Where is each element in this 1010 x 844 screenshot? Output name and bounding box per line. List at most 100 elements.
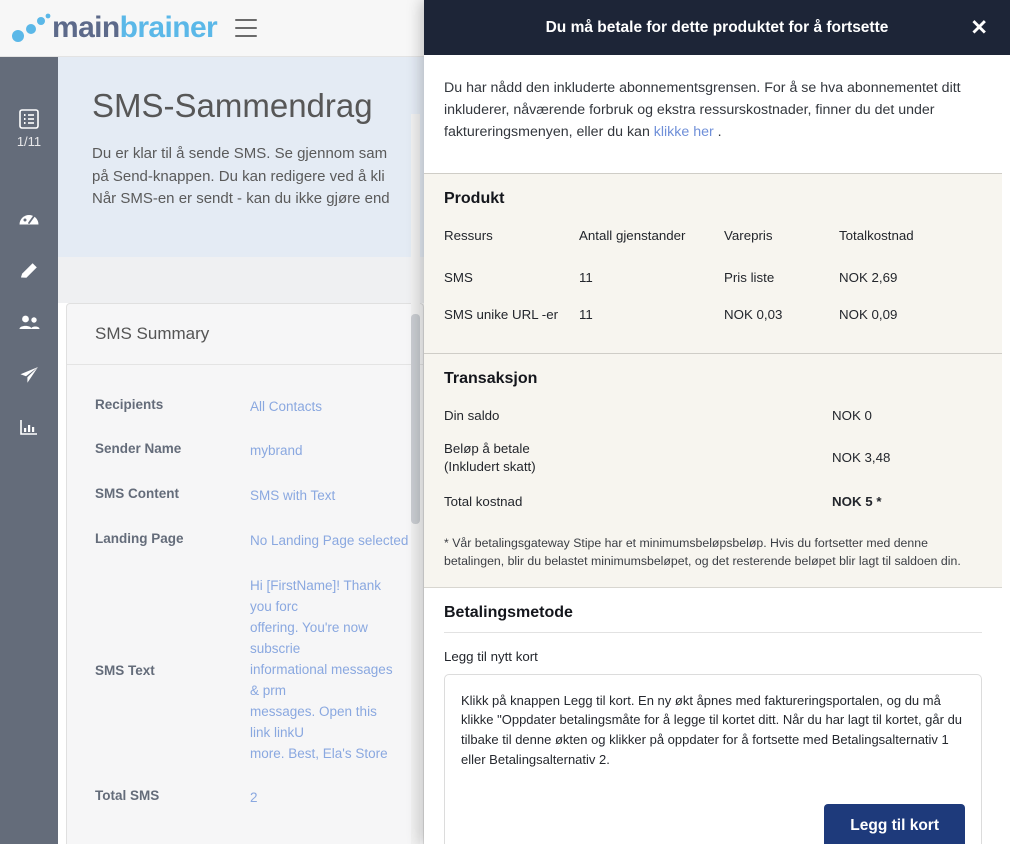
table-row: SMS unike URL -er 11 NOK 0,03 NOK 0,09 bbox=[444, 298, 982, 335]
modal-intro-text: Du har nådd den inkluderte abonnementsgr… bbox=[444, 77, 990, 143]
produkt-cell-antall: 11 bbox=[579, 270, 593, 285]
produkt-section-title: Produkt bbox=[444, 190, 505, 207]
table-row: SMS 11 Pris liste NOK 2,69 bbox=[444, 261, 982, 298]
page-hero: SMS-Sammendrag Du er klar til å sende SM… bbox=[58, 57, 424, 257]
page-description-line-2: på Send-knappen. Du kan redigere ved å k… bbox=[92, 167, 385, 185]
section-divider bbox=[444, 631, 982, 633]
modal-body: Du har nådd den inkluderte abonnementsgr… bbox=[424, 55, 1010, 844]
summary-row-label: Total SMS bbox=[95, 788, 160, 804]
summary-row-value[interactable]: Hi [FirstName]! Thank you forc offering.… bbox=[250, 576, 395, 764]
produkt-col-antall: Antall gjenstander bbox=[579, 228, 686, 243]
summary-row: Sender Name mybrand bbox=[67, 429, 423, 474]
rail-item-steps[interactable]: 1/11 bbox=[0, 107, 58, 149]
summary-row-value[interactable]: 2 bbox=[250, 788, 258, 809]
produkt-section: Produkt Ressurs Antall gjenstander Varep… bbox=[424, 173, 1002, 353]
produkt-cell-varepris: NOK 0,03 bbox=[724, 307, 783, 322]
add-card-instructions: Klikk på knappen Legg til kort. En ny øk… bbox=[461, 692, 963, 767]
page-description-line-1: Du er klar til å sende SMS. Se gjennom s… bbox=[92, 145, 388, 162]
betalingsmetode-section: Betalingsmetode Legg til nytt kort Klikk… bbox=[424, 586, 1002, 844]
summary-row: Recipients All Contacts bbox=[67, 385, 423, 430]
produkt-cell-ressurs: SMS bbox=[444, 270, 473, 285]
transaksjon-value: NOK 0 bbox=[832, 408, 872, 424]
page-title: SMS-Sammendrag bbox=[92, 87, 373, 124]
summary-row-label: SMS Text bbox=[95, 662, 155, 678]
produkt-cell-antall: 11 bbox=[579, 307, 593, 322]
steps-list-icon bbox=[19, 109, 39, 129]
rail-item-dashboard[interactable] bbox=[0, 207, 58, 231]
rail-item-edit[interactable] bbox=[0, 259, 58, 283]
bar-chart-report-icon bbox=[20, 420, 37, 435]
rail-item-contacts[interactable] bbox=[0, 311, 58, 335]
main-content-area: SMS-Sammendrag Du er klar til å sende SM… bbox=[58, 57, 424, 844]
hamburger-icon[interactable] bbox=[235, 19, 258, 37]
transaksjon-row-saldo: Din saldo NOK 0 bbox=[444, 402, 982, 430]
modal-intro-section: Du har nådd den inkluderte abonnementsgr… bbox=[424, 55, 1010, 173]
sms-summary-rows: Recipients All Contacts Sender Name mybr… bbox=[67, 365, 423, 844]
billing-menu-link[interactable]: klikke her bbox=[654, 124, 714, 140]
summary-row: SMS Content SMS with Text bbox=[67, 474, 423, 519]
produkt-cell-total: NOK 0,09 bbox=[839, 307, 898, 322]
intro-text-after-link: . bbox=[713, 124, 722, 140]
sms-summary-heading: SMS Summary bbox=[67, 304, 423, 365]
send-paper-plane-icon bbox=[20, 367, 38, 383]
summary-row-value[interactable]: No Landing Page selected bbox=[250, 531, 408, 552]
summary-row: Total SMS 2 bbox=[67, 776, 423, 821]
sms-summary-card: SMS Summary Recipients All Contacts Send… bbox=[66, 302, 424, 844]
transaksjon-row-belop: Beløp å betale (Inkludert skatt) NOK 3,4… bbox=[444, 430, 982, 481]
produkt-table: Ressurs Antall gjenstander Varepris Tota… bbox=[444, 222, 982, 335]
produkt-col-totalkostnad: Totalkostnad bbox=[839, 228, 914, 243]
summary-row: Shortner Url bbox=[67, 821, 423, 844]
rail-item-send[interactable] bbox=[0, 363, 58, 387]
transaksjon-value-total: NOK 5 * bbox=[832, 494, 882, 510]
summary-row-value[interactable]: All Contacts bbox=[250, 397, 322, 418]
rail-step-counter: 1/11 bbox=[16, 134, 42, 149]
brand-name-secondary: brainer bbox=[119, 11, 218, 44]
pris-liste-link[interactable]: Pris liste bbox=[724, 261, 839, 298]
transaksjon-sublabel: (Inkludert skatt) bbox=[444, 458, 536, 474]
transaksjon-row-total: Total kostnad NOK 5 * bbox=[444, 481, 982, 516]
scrollbar-thumb[interactable] bbox=[411, 314, 420, 524]
summary-row-label: Recipients bbox=[95, 396, 164, 412]
transaksjon-label: Total kostnad bbox=[444, 493, 523, 509]
produkt-cell-ressurs: SMS unike URL -er bbox=[444, 307, 559, 322]
transaksjon-section: Transaksjon Din saldo NOK 0 Beløp å beta… bbox=[424, 353, 1002, 587]
brand-name-main: main bbox=[52, 11, 120, 44]
produkt-col-ressurs: Ressurs bbox=[444, 228, 493, 243]
transaksjon-footnote: * Vår betalingsgateway Stipe har et mini… bbox=[444, 535, 961, 569]
summary-row-label: Sender Name bbox=[95, 441, 182, 457]
summary-row: SMS Text Hi [FirstName]! Thank you forc … bbox=[67, 564, 423, 776]
summary-row-label: Landing Page bbox=[95, 531, 184, 547]
add-card-panel: Klikk på knappen Legg til kort. En ny øk… bbox=[444, 673, 982, 844]
transaksjon-value: NOK 3,48 bbox=[832, 450, 891, 466]
content-scrollbar[interactable] bbox=[411, 114, 420, 844]
transaksjon-label: Din saldo bbox=[444, 408, 500, 423]
add-card-button[interactable]: Legg til kort bbox=[824, 803, 965, 844]
brand-logo[interactable]: main brainer bbox=[10, 11, 218, 45]
modal-title: Du må betale for dette produktet for å f… bbox=[545, 18, 889, 36]
content-spacer bbox=[58, 256, 424, 303]
close-icon[interactable]: ✕ bbox=[964, 13, 994, 42]
logo-dots-icon bbox=[12, 13, 51, 42]
rail-item-reports[interactable] bbox=[0, 415, 58, 439]
dashboard-gauge-icon bbox=[19, 215, 39, 225]
summary-row-value[interactable]: SMS with Text bbox=[250, 486, 335, 507]
transaksjon-label-group: Beløp å betale (Inkludert skatt) bbox=[444, 440, 536, 476]
summary-row-label: SMS Content bbox=[95, 486, 179, 502]
produkt-cell-total: NOK 2,69 bbox=[839, 270, 898, 285]
contacts-people-icon bbox=[19, 315, 40, 329]
add-new-card-label: Legg til nytt kort bbox=[444, 648, 538, 664]
produkt-col-varepris: Varepris bbox=[724, 228, 773, 243]
add-card-button-row: Legg til kort bbox=[461, 803, 965, 844]
page-description-line-3: Når SMS-en er sendt - kan du ikke gjøre … bbox=[92, 190, 390, 207]
top-navigation-bar: main brainer bbox=[0, 0, 424, 57]
transaksjon-section-title: Transaksjon bbox=[444, 370, 538, 387]
produkt-table-header-row: Ressurs Antall gjenstander Varepris Tota… bbox=[444, 222, 982, 261]
summary-row-value[interactable]: mybrand bbox=[250, 441, 303, 462]
pencil-edit-icon bbox=[21, 263, 37, 278]
left-icon-rail: 1/11 bbox=[0, 57, 58, 844]
summary-row: Landing Page No Landing Page selected bbox=[67, 519, 423, 564]
payment-required-modal: Du må betale for dette produktet for å f… bbox=[424, 0, 1010, 844]
modal-header: Du må betale for dette produktet for å f… bbox=[424, 0, 1010, 55]
transaksjon-label: Beløp å betale bbox=[444, 440, 530, 456]
page-description: Du er klar til å sende SMS. Se gjennom s… bbox=[92, 143, 390, 211]
